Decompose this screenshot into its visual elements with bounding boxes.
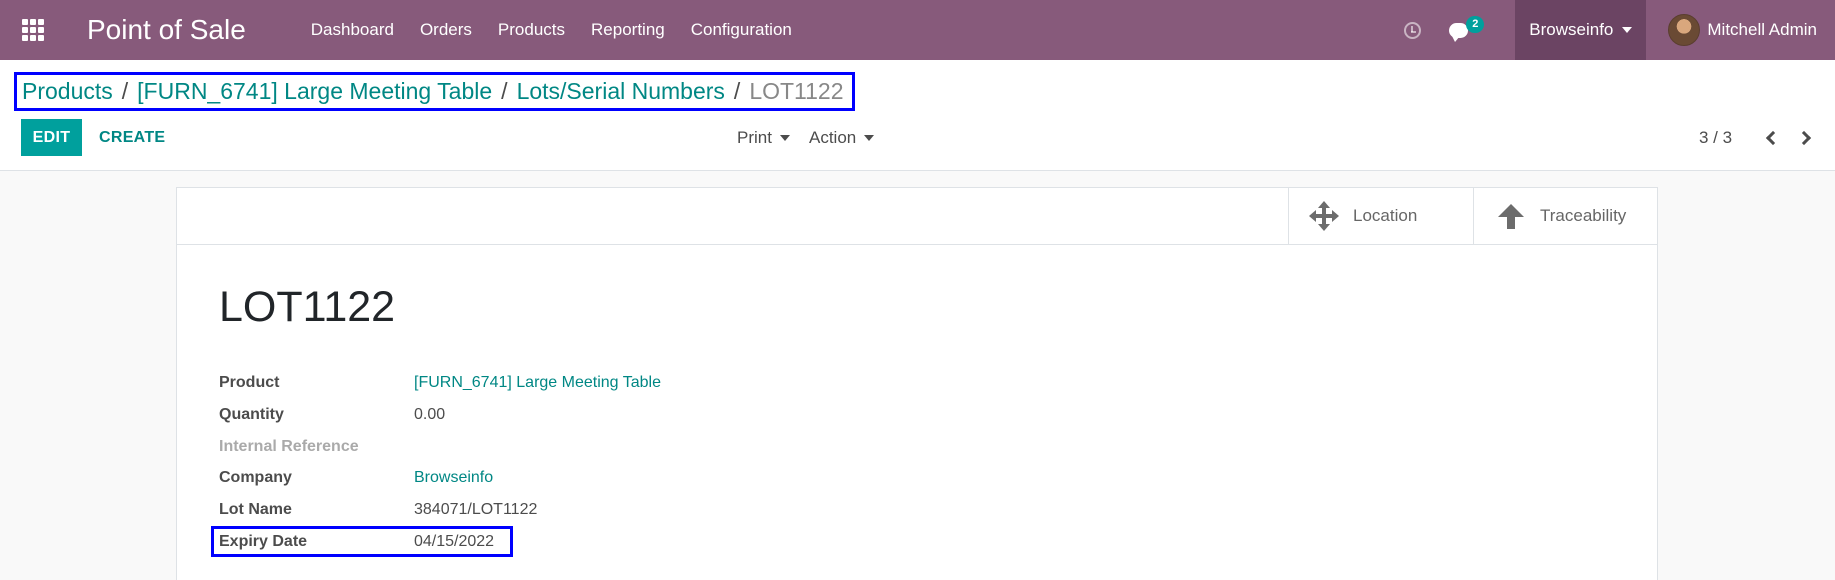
traceability-label: Traceability	[1540, 206, 1627, 225]
product-link[interactable]: [FURN_6741] Large Meeting Table	[414, 374, 661, 392]
company-name: Browseinfo	[1529, 20, 1614, 39]
breadcrumb-separator: /	[501, 78, 508, 104]
chevron-left-icon	[1765, 130, 1781, 145]
breadcrumb: Products / [FURN_6741] Large Meeting Tab…	[14, 72, 855, 111]
chevron-right-icon	[1796, 130, 1812, 145]
arrow-up-icon	[1496, 201, 1526, 231]
print-label: Print	[737, 127, 772, 147]
expiry-date-highlight	[211, 526, 513, 557]
company-link[interactable]: Browseinfo	[414, 469, 493, 487]
apps-menu-icon[interactable]	[0, 0, 66, 60]
lot-name-value: 384071/LOT1122	[414, 500, 538, 518]
field-label: Quantity	[219, 405, 284, 423]
record-title: LOT1122	[219, 283, 396, 331]
breadcrumb-item-product[interactable]: [FURN_6741] Large Meeting Table	[137, 78, 492, 105]
messages-count-badge: 2	[1466, 16, 1485, 33]
pager-next-button[interactable]	[1793, 119, 1819, 156]
breadcrumb-item-current: LOT1122	[749, 78, 844, 104]
form-sheet: Location Traceability	[176, 187, 1658, 580]
messaging-menu[interactable]: 2	[1449, 16, 1487, 42]
field-label: Product	[219, 373, 280, 391]
caret-down-icon	[1622, 27, 1633, 33]
menu-item-dashboard[interactable]: Dashboard	[298, 0, 407, 60]
menu-item-products[interactable]: Products	[485, 0, 578, 60]
print-dropdown[interactable]: Print	[737, 119, 790, 156]
breadcrumb-separator: /	[733, 78, 741, 104]
breadcrumb-item-products[interactable]: Products	[22, 78, 113, 105]
action-label: Action	[809, 127, 857, 147]
traceability-button[interactable]: Traceability	[1473, 188, 1657, 244]
breadcrumb-item-lots[interactable]: Lots/Serial Numbers	[517, 78, 725, 105]
activity-clock-icon[interactable]	[1404, 21, 1422, 39]
user-name: Mitchell Admin	[1707, 20, 1817, 39]
quantity-value: 0.00	[414, 405, 446, 423]
main-menu: Dashboard Orders Products Reporting Conf…	[298, 0, 805, 60]
top-navbar: Point of Sale Dashboard Orders Products …	[0, 0, 1835, 60]
location-button[interactable]: Location	[1288, 188, 1473, 244]
create-button[interactable]: CREATE	[99, 119, 165, 156]
navbar-systray: 2 Browseinfo Mitchell Admin	[1404, 0, 1835, 60]
caret-down-icon	[779, 134, 790, 141]
edit-button[interactable]: EDIT	[21, 119, 82, 156]
menu-item-reporting[interactable]: Reporting	[578, 0, 678, 60]
menu-item-configuration[interactable]: Configuration	[678, 0, 805, 60]
company-switcher[interactable]: Browseinfo	[1515, 0, 1647, 60]
menu-item-orders[interactable]: Orders	[407, 0, 485, 60]
pager-previous-button[interactable]	[1758, 119, 1784, 156]
caret-down-icon	[864, 134, 875, 141]
app-title[interactable]: Point of Sale	[87, 14, 246, 46]
breadcrumb-separator: /	[121, 78, 129, 104]
user-menu[interactable]: Mitchell Admin	[1646, 0, 1835, 60]
arrows-move-icon	[1309, 201, 1339, 231]
field-label: Internal Reference	[219, 437, 359, 455]
smart-button-box: Location Traceability	[177, 188, 1657, 245]
action-dropdown[interactable]: Action	[809, 119, 875, 156]
field-label: Lot Name	[219, 500, 292, 518]
field-label: Company	[219, 468, 292, 486]
avatar	[1668, 14, 1701, 46]
location-label: Location	[1353, 206, 1418, 225]
grid-icon	[22, 19, 44, 41]
pager-value[interactable]: 3 / 3	[1699, 119, 1732, 156]
